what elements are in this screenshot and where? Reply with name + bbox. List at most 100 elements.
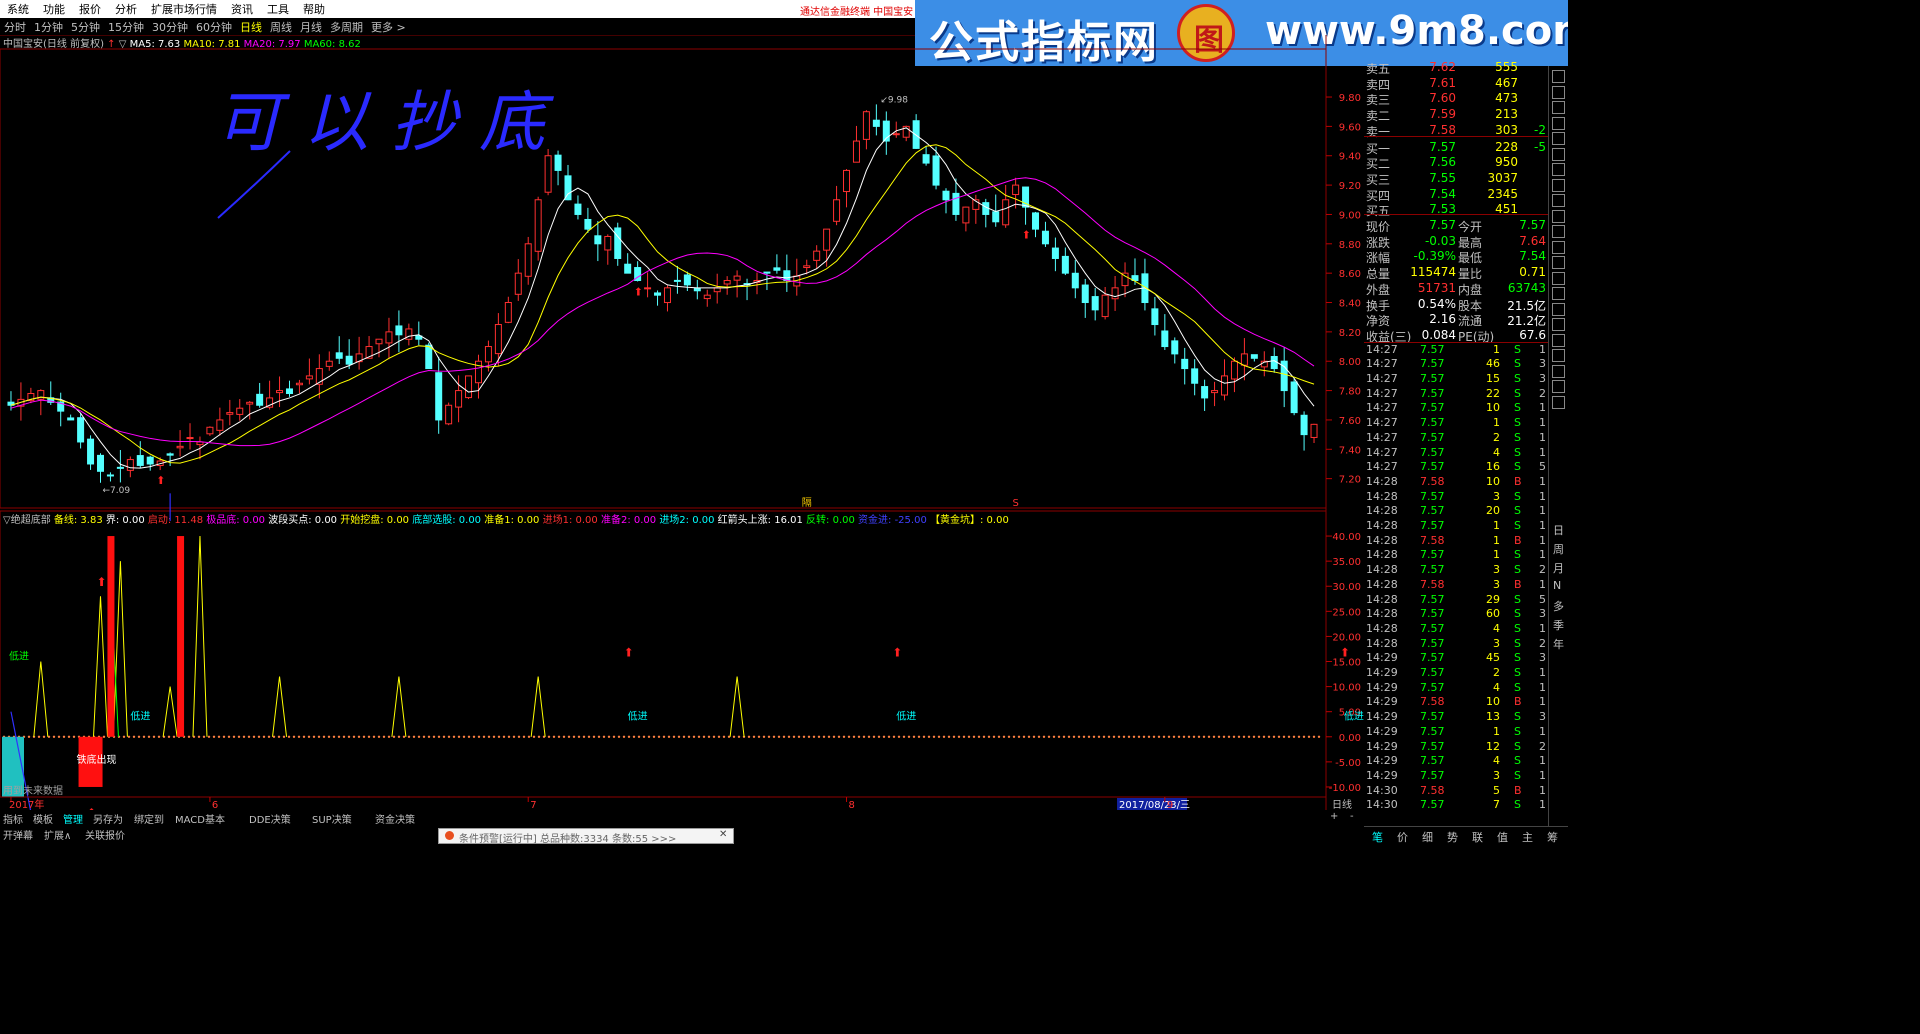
event-marker[interactable]: 隔: [802, 497, 812, 509]
quote-tab-7[interactable]: 筹: [1547, 829, 1558, 845]
period-tab-8[interactable]: 月线: [296, 19, 326, 35]
menu-item-4[interactable]: 扩展市场行情: [144, 1, 224, 17]
tool-icon-21[interactable]: [1552, 395, 1565, 409]
tool-icon-4[interactable]: [1552, 132, 1565, 145]
tool-icon-12[interactable]: [1552, 256, 1565, 269]
bottom-tab-3[interactable]: 另存为: [93, 811, 123, 826]
sidebar-char-3[interactable]: N: [1553, 579, 1561, 592]
bottom-tab-4[interactable]: 绑定到: [134, 811, 164, 826]
period-tab-0[interactable]: 分时: [0, 19, 30, 35]
quote-tab-0[interactable]: 笔: [1372, 829, 1383, 845]
menu-item-6[interactable]: 工具: [260, 1, 296, 17]
quote-tab-1[interactable]: 价: [1397, 829, 1408, 845]
tool-icon-17[interactable]: [1552, 333, 1565, 347]
menu-item-2[interactable]: 报价: [72, 1, 108, 17]
bottom-tab-6[interactable]: DDE决策: [249, 811, 291, 826]
zero-dot: [332, 735, 336, 738]
tool-icon-10[interactable]: [1552, 225, 1565, 238]
bid-row-2: 买三 7.55 3037: [1364, 171, 1548, 187]
sidebar-char-2[interactable]: 月: [1553, 560, 1564, 576]
zero-dot: [412, 735, 416, 738]
period-tab-4[interactable]: 30分钟: [148, 19, 192, 35]
menu-item-0[interactable]: 系统: [0, 1, 36, 17]
zoom-out-button[interactable]: -: [1350, 811, 1354, 822]
bottom-tab2-2[interactable]: 关联报价: [85, 827, 125, 842]
zero-dot: [702, 735, 706, 738]
menu-item-7[interactable]: 帮助: [296, 1, 332, 17]
close-icon[interactable]: ✕: [719, 829, 727, 840]
bid-row-0: 买一 7.57 228 -5: [1364, 140, 1548, 156]
bottom-tab-8[interactable]: 资金决策: [375, 811, 415, 826]
sidebar-char-0[interactable]: 日: [1553, 522, 1564, 538]
period-tab-2[interactable]: 5分钟: [67, 19, 104, 35]
zero-dot: [312, 735, 316, 738]
indicator-spike: [162, 686, 178, 737]
zero-dot: [62, 735, 66, 738]
quote-tab-4[interactable]: 联: [1472, 829, 1483, 845]
buy-arrow-icon: ⬆: [156, 474, 165, 487]
sidebar-char-1[interactable]: 周: [1553, 541, 1564, 557]
bottom-tab-2[interactable]: 管理: [63, 811, 83, 826]
candle-body: [335, 352, 343, 359]
bottom-tab2-0[interactable]: 开弹幕: [3, 827, 33, 842]
zoom-in-button[interactable]: +: [1330, 811, 1338, 822]
bottom-tab-7[interactable]: SUP决策: [312, 811, 352, 826]
tick-price: 7.57: [1420, 342, 1445, 356]
bottom-tab-1[interactable]: 模板: [33, 811, 53, 826]
zero-dot: [622, 735, 626, 738]
kline-chart[interactable]: 7.20 7.40 7.60 7.80 8.00 8.20 8.40 8.60 8.80 9.00…: [0, 35, 1364, 810]
sidebar-char-6[interactable]: 年: [1553, 636, 1564, 652]
tool-icon-16[interactable]: [1552, 318, 1565, 331]
indicator-spike: [112, 561, 128, 737]
bottom-tab-5[interactable]: MACD基本: [175, 811, 225, 826]
tick-side: S: [1514, 386, 1521, 400]
period-tab-5[interactable]: 60分钟: [192, 19, 236, 35]
tick-side: S: [1514, 548, 1521, 562]
tool-icon-19[interactable]: [1552, 364, 1565, 378]
sidebar-char-4[interactable]: 多: [1553, 598, 1564, 614]
sidebar-char-5[interactable]: 季: [1553, 617, 1564, 633]
tick-time: 14:27: [1366, 430, 1398, 444]
tool-icon-2[interactable]: [1552, 101, 1565, 114]
tool-icon-0[interactable]: [1552, 70, 1565, 83]
tool-icon-7[interactable]: [1552, 178, 1565, 192]
candle-body: [206, 426, 214, 435]
menu-item-5[interactable]: 资讯: [224, 1, 260, 17]
period-tab-10[interactable]: 更多 >: [367, 19, 410, 35]
bottom-tab2-1[interactable]: 扩展∧: [44, 827, 71, 842]
tool-icon-5[interactable]: [1552, 147, 1565, 161]
tool-icon-18[interactable]: [1552, 349, 1565, 362]
tick-side: S: [1514, 504, 1521, 518]
event-marker[interactable]: S: [1012, 498, 1018, 509]
period-tab-1[interactable]: 1分钟: [30, 19, 67, 35]
tick-row-28: 14:29 7.57 4 S 1: [1364, 754, 1548, 769]
stat-label-2: 内盘: [1458, 282, 1483, 297]
menu-item-3[interactable]: 分析: [108, 1, 144, 17]
tool-icon-14[interactable]: [1552, 287, 1565, 300]
tool-icon-20[interactable]: [1552, 380, 1565, 393]
quote-tab-2[interactable]: 细: [1422, 829, 1433, 845]
quote-tab-3[interactable]: 势: [1447, 829, 1458, 845]
menu-item-1[interactable]: 功能: [36, 1, 72, 17]
period-tab-6[interactable]: 日线: [236, 19, 266, 35]
tool-icon-13[interactable]: [1552, 271, 1565, 285]
period-tab-7[interactable]: 周线: [266, 19, 296, 35]
zero-dot: [1292, 735, 1296, 738]
quote-tab-6[interactable]: 主: [1522, 829, 1533, 845]
alert-notice[interactable]: 条件预警[运行中] 总品种数:3334 条数:55 >>> ✕: [438, 828, 734, 845]
tool-icon-6[interactable]: [1552, 163, 1565, 176]
zero-dot: [1252, 735, 1256, 738]
period-tab-3[interactable]: 15分钟: [104, 19, 148, 35]
tool-icon-11[interactable]: [1552, 240, 1565, 254]
tool-icon-8[interactable]: [1552, 194, 1565, 207]
tool-icon-1[interactable]: [1552, 85, 1565, 99]
bottom-tab-0[interactable]: 指标: [3, 811, 23, 826]
tool-icon-3[interactable]: [1552, 116, 1565, 130]
candle-body: [1161, 330, 1169, 348]
tool-icon-9[interactable]: [1552, 209, 1565, 223]
tool-icon-15[interactable]: [1552, 302, 1565, 316]
zero-dot: [437, 735, 441, 738]
period-tab-9[interactable]: 多周期: [326, 19, 367, 35]
tick-time: 14:27: [1366, 445, 1398, 459]
quote-tab-5[interactable]: 值: [1497, 829, 1508, 845]
